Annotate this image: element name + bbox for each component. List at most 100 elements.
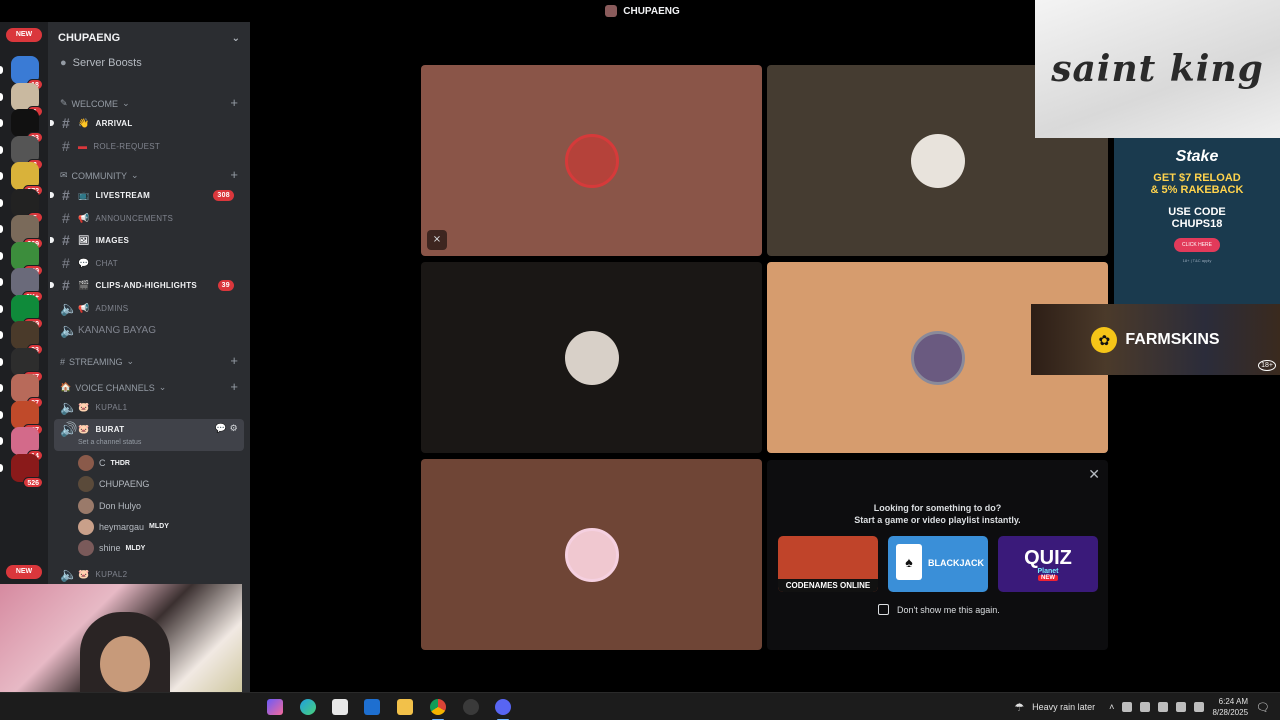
activity-card-codenames[interactable]: CODENAMES ONLINE bbox=[778, 536, 878, 592]
channel-role-request[interactable]: # ▬ ROLE-REQUEST bbox=[54, 136, 244, 156]
guild-header[interactable]: CHUPAENG ⌄ bbox=[48, 22, 250, 54]
voice-member[interactable]: C THDR bbox=[78, 455, 130, 471]
copilot-icon[interactable] bbox=[267, 699, 283, 715]
obs-icon[interactable] bbox=[463, 699, 479, 715]
ad-farmskins[interactable]: ✿ FARMSKINS 18+ bbox=[1031, 304, 1280, 375]
category-voice[interactable]: 🏠 VOICE CHANNELS ⌄ bbox=[60, 382, 166, 393]
channel-admins[interactable]: 🔈 📢 ADMINS bbox=[54, 298, 244, 318]
server-icon[interactable]: 587 bbox=[11, 400, 43, 435]
participant-tile[interactable] bbox=[421, 262, 762, 453]
pig-emoji-icon: 🐷 bbox=[78, 424, 90, 434]
mic-icon[interactable] bbox=[1158, 702, 1169, 712]
channel-kanang-bayag[interactable]: 🔈 KANANG BAYAG bbox=[54, 320, 244, 340]
voice-member[interactable]: CHUPAENG bbox=[78, 476, 149, 493]
unread-pill bbox=[0, 357, 3, 366]
store-icon[interactable] bbox=[332, 699, 348, 715]
voice-member[interactable]: Don Hulyo bbox=[78, 497, 141, 514]
channel-label: BURAT bbox=[95, 425, 125, 434]
avatar bbox=[78, 540, 94, 557]
hash-icon: # bbox=[61, 255, 71, 271]
server-icon[interactable]: 1 bbox=[11, 82, 43, 117]
server-icon[interactable]: 3 bbox=[11, 135, 43, 170]
category-streaming[interactable]: # STREAMING ⌄ bbox=[60, 356, 134, 367]
activity-card-quiz[interactable]: QUIZ Planet NEW bbox=[998, 536, 1098, 592]
channel-livestream[interactable]: # 📺 LIVESTREAM 308 bbox=[50, 185, 244, 205]
server-icon[interactable]: 6K+ bbox=[11, 268, 43, 302]
outlook-icon[interactable] bbox=[364, 699, 380, 715]
channel-arrival[interactable]: # 👋 ARRIVAL bbox=[50, 113, 244, 133]
volume-icon[interactable] bbox=[1194, 702, 1205, 712]
weather-label[interactable]: Heavy rain later bbox=[1032, 702, 1095, 712]
ad-saint-king[interactable]: saint king bbox=[1035, 0, 1280, 138]
server-icon[interactable]: 229 bbox=[11, 294, 43, 329]
channel-actions-icons[interactable]: 💬 ⚙ bbox=[215, 423, 238, 434]
unread-indicator bbox=[50, 192, 54, 198]
speaker-icon: 🔈 bbox=[60, 565, 78, 582]
channel-label: ADMINS bbox=[95, 303, 129, 313]
channel-announcements[interactable]: # 📢 ANNOUNCEMENTS bbox=[54, 208, 244, 228]
hash-icon: # bbox=[61, 232, 71, 248]
server-icon[interactable]: 526 bbox=[11, 453, 43, 488]
new-badge-top[interactable]: NEW bbox=[6, 28, 42, 42]
server-icon[interactable]: 33 bbox=[11, 321, 43, 355]
server-icon bbox=[605, 5, 618, 17]
voice-channel-kupal2[interactable]: 🔈 🐷 KUPAL2 bbox=[54, 564, 244, 584]
category-welcome[interactable]: ✎ WELCOME ⌄ bbox=[60, 98, 130, 109]
hash-icon: # bbox=[61, 210, 71, 226]
server-icon[interactable]: 14 bbox=[11, 427, 43, 461]
server-icon[interactable]: 5 bbox=[11, 188, 43, 223]
server-icon[interactable]: 127 bbox=[11, 347, 43, 382]
edge-icon[interactable] bbox=[300, 699, 316, 715]
discord-icon[interactable] bbox=[495, 699, 511, 715]
unread-pill bbox=[0, 437, 3, 445]
chevron-up-icon[interactable]: ˄ bbox=[1109, 702, 1114, 712]
clock-time: 6:24 AM bbox=[1218, 697, 1249, 706]
new-badge-bottom[interactable]: NEW bbox=[6, 565, 42, 579]
server-icon[interactable]: 369 bbox=[11, 215, 43, 249]
stake-cta-button[interactable]: CLICK HERE bbox=[1174, 238, 1220, 252]
clan-tag: THDR bbox=[110, 459, 130, 467]
chevron-icon: ⌄ bbox=[126, 356, 135, 366]
unread-pill bbox=[0, 172, 3, 180]
unread-pill bbox=[0, 463, 3, 472]
server-icon[interactable]: 18 bbox=[11, 56, 43, 90]
channel-chat[interactable]: # 💬 CHAT bbox=[54, 253, 244, 273]
voice-channel-kupal1[interactable]: 🔈 🐷 KUPAL1 bbox=[54, 397, 244, 417]
clip-icon: 🎬 bbox=[78, 279, 90, 290]
ad-stake[interactable]: Stake GET $7 RELOAD & 5% RAKEBACK USE CO… bbox=[1114, 138, 1280, 304]
channel-images[interactable]: # 🖼 IMAGES bbox=[50, 230, 244, 250]
participant-tile[interactable]: ⨯ bbox=[421, 65, 762, 256]
stake-brand: Stake bbox=[1175, 148, 1219, 165]
device-icon[interactable] bbox=[1122, 702, 1133, 712]
voice-member[interactable]: heymargau MLDY bbox=[78, 518, 169, 535]
server-icon[interactable]: 87 bbox=[11, 374, 43, 408]
checkbox[interactable] bbox=[878, 604, 889, 615]
server-boosts[interactable]: ● Server Boosts bbox=[60, 57, 142, 69]
network-icon[interactable] bbox=[1176, 702, 1187, 712]
activity-card-blackjack[interactable]: ♠ BLACKJACK bbox=[888, 536, 988, 592]
server-icon[interactable]: 972 bbox=[11, 162, 43, 196]
server-icon[interactable]: 93 bbox=[11, 109, 43, 143]
file-explorer-icon[interactable] bbox=[397, 699, 413, 715]
add-channel-icon[interactable]: + bbox=[230, 95, 238, 110]
add-channel-icon[interactable]: + bbox=[230, 353, 238, 368]
member-name: C bbox=[99, 458, 106, 468]
voice-member[interactable]: shine MLDY bbox=[78, 540, 145, 557]
add-channel-icon[interactable]: + bbox=[230, 379, 238, 394]
channel-status[interactable]: Set a channel status bbox=[78, 439, 141, 446]
channel-clips[interactable]: # 🎬 CLIPS-AND-HIGHLIGHTS 39 bbox=[50, 275, 244, 295]
category-community[interactable]: ✉ COMMUNITY ⌄ bbox=[60, 170, 139, 181]
channel-label: LIVESTREAM bbox=[95, 190, 151, 200]
notification-icon[interactable]: 🗨 bbox=[1256, 701, 1270, 714]
voice-channel-burat[interactable]: 🔊 🐷 BURAT Set a channel status 💬 ⚙ bbox=[54, 419, 244, 451]
avatar bbox=[78, 455, 94, 471]
cloud-icon[interactable] bbox=[1140, 702, 1151, 712]
server-icon[interactable]: 349 bbox=[11, 241, 43, 276]
close-icon[interactable]: ✕ bbox=[1088, 466, 1100, 483]
clock[interactable]: 6:24 AM 8/28/2025 bbox=[1212, 696, 1248, 718]
window-title: CHUPAENG bbox=[623, 5, 680, 17]
participant-tile[interactable] bbox=[421, 459, 762, 650]
add-channel-icon[interactable]: + bbox=[230, 167, 238, 182]
dont-show-again[interactable]: Don't show me this again. bbox=[878, 604, 1000, 615]
chrome-icon[interactable] bbox=[430, 699, 446, 715]
